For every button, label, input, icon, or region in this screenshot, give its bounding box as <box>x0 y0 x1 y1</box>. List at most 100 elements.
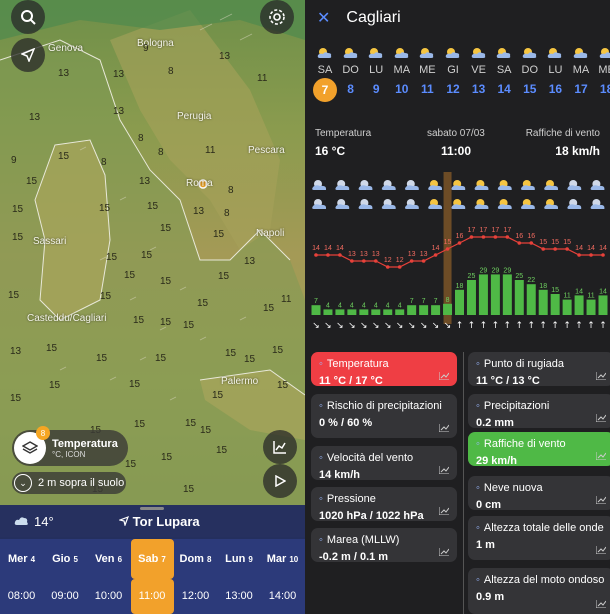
drag-handle[interactable] <box>140 507 164 510</box>
settings-button[interactable] <box>260 0 294 34</box>
temperature-point <box>541 247 546 251</box>
day-name: Mar <box>266 553 287 565</box>
detail-card[interactable]: ◦ Marea (MLLW) -0.2 m / 0.1 m <box>311 528 457 563</box>
map-value: 11 <box>281 294 292 305</box>
close-icon[interactable]: ✕ <box>317 8 330 28</box>
temperature-point <box>433 253 438 257</box>
temperature-label: 14 <box>587 245 595 252</box>
map-value: 13 <box>10 346 22 357</box>
map-value: 15 <box>185 418 197 429</box>
temperature-label: 14 <box>324 245 332 252</box>
day-tab[interactable]: Sab 7 <box>130 539 174 579</box>
hour-tab[interactable]: 11:00 <box>130 579 174 614</box>
day-tab[interactable]: Dom 8 <box>174 539 217 579</box>
detail-card[interactable]: ◦ Altezza del moto ondoso 0.9 m <box>468 568 610 614</box>
day-strip-item[interactable]: VE 13 <box>466 46 492 96</box>
wind-direction-icon: ↘ <box>384 321 392 331</box>
day-tab[interactable]: Mar 10 <box>261 539 304 579</box>
day-strip-item[interactable]: SA 14 <box>491 46 517 96</box>
day-tab[interactable]: Mer 4 <box>0 539 43 579</box>
weather-icon <box>445 48 460 58</box>
temperature-label: 13 <box>372 251 380 258</box>
time-slider[interactable]: 14° Tor Lupara Mer 4 Gio 5 Ven 6 Sab 7 Dom 8… <box>0 505 305 614</box>
hour-tab[interactable]: 14:00 <box>261 579 304 614</box>
search-button[interactable] <box>11 0 45 34</box>
hour-tab[interactable]: 13:00 <box>218 579 261 614</box>
day-strip-item[interactable]: MA 17 <box>568 46 594 96</box>
thermometer-icon: ◦ <box>319 358 323 370</box>
chart-icon <box>596 600 606 608</box>
map-value: 15 <box>272 345 284 356</box>
chart-icon <box>596 496 606 504</box>
temperature-label: 15 <box>444 239 452 246</box>
day-tab[interactable]: Ven 6 <box>87 539 130 579</box>
detail-card[interactable]: ◦ Neve nuova 0 cm <box>468 476 610 511</box>
map-value: 15 <box>49 380 61 391</box>
card-value: 1 m <box>476 539 495 551</box>
height-selector[interactable]: ⌄ 2 m sopra il suolo <box>12 472 126 494</box>
day-strip-item[interactable]: SA 7 <box>312 46 338 102</box>
hour-tab[interactable]: 08:00 <box>0 579 43 614</box>
wind-bar <box>455 289 464 315</box>
temperature-point <box>385 265 390 269</box>
weather-icon <box>405 199 419 209</box>
map-value: 15 <box>212 390 224 401</box>
wind-bar <box>502 274 512 315</box>
locate-button[interactable] <box>11 38 45 72</box>
hour-tab[interactable]: 09:00 <box>44 579 87 614</box>
weather-icon <box>599 48 610 58</box>
play-icon <box>275 475 286 487</box>
weather-icon <box>451 199 466 209</box>
card-title: Raffiche di vento <box>483 438 566 450</box>
day-strip-item[interactable]: MA 10 <box>389 46 415 96</box>
dewpoint-icon: ◦ <box>476 358 480 370</box>
detail-card[interactable]: ◦ Punto di rugiada 11 °C / 13 °C <box>468 352 610 387</box>
weather-icon <box>358 199 373 209</box>
layer-title: Temperatura <box>52 437 118 450</box>
day-strip-number: 14 <box>497 82 511 96</box>
day-strip: SA 7 DO 8 LU 9 MA 10 ME 11 GI 12 VE 13 SA 14 DO 15 LU 16 MA 1… <box>305 46 610 116</box>
detail-card[interactable]: ◦ Temperatura 11 °C / 17 °C <box>311 352 457 387</box>
chart-icon <box>439 548 449 556</box>
wind-direction-icon: ↘ <box>444 321 452 331</box>
day-strip-item[interactable]: LU 9 <box>363 46 389 96</box>
hour-tab[interactable]: 10:00 <box>87 579 130 614</box>
layer-selector[interactable]: 8 Temperatura °C, ICON <box>12 426 128 466</box>
chart-button[interactable] <box>263 430 297 464</box>
wave-icon: ◦ <box>476 522 480 534</box>
hour-tab[interactable]: 12:00 <box>174 579 217 614</box>
map-value: 15 <box>160 276 172 287</box>
temperature-label: 14 <box>575 245 583 252</box>
weather-icon <box>368 48 383 58</box>
rain-icon: ◦ <box>476 400 480 412</box>
chart-icon <box>439 372 449 380</box>
pressure-icon: ◦ <box>319 493 323 505</box>
weather-map[interactable]: Genova Bologna Perugia Pescara Roma Napo… <box>0 0 305 510</box>
chart-icon <box>596 414 606 422</box>
map-value: 13 <box>244 256 256 267</box>
map-value: 13 <box>139 176 151 187</box>
day-strip-item[interactable]: DO 8 <box>338 46 364 96</box>
day-strip-item[interactable]: LU 16 <box>542 46 568 96</box>
current-location[interactable]: Tor Lupara <box>133 514 200 529</box>
day-strip-item[interactable]: DO 15 <box>517 46 543 96</box>
detail-card[interactable]: ◦ Rischio di precipitazioni 0 % / 60 % <box>311 394 457 438</box>
detail-card[interactable]: ◦ Precipitazioni 0.2 mm <box>468 394 610 429</box>
hourly-forecast-chart[interactable]: 14 14 1413 13 1312 1213 1314151617 17 17 1716 1615… <box>305 172 610 342</box>
detail-card[interactable]: ◦ Altezza totale delle onde 1 m <box>468 516 610 560</box>
day-tab[interactable]: Lun 9 <box>218 539 261 579</box>
chart-icon <box>439 507 449 515</box>
temperature-point <box>373 259 378 263</box>
weather-icon <box>548 48 562 58</box>
detail-card[interactable]: ◦ Pressione 1020 hPa / 1022 hPa <box>311 487 457 522</box>
play-button[interactable] <box>263 464 297 498</box>
day-tab[interactable]: Gio 5 <box>44 539 87 579</box>
day-strip-item[interactable]: ME 18 <box>594 46 610 96</box>
day-strip-item[interactable]: GI 12 <box>440 46 466 96</box>
detail-card[interactable]: ◦ Velocità del vento 14 km/h <box>311 446 457 481</box>
day-strip-item[interactable]: ME 11 <box>414 46 440 96</box>
card-value: 29 km/h <box>476 455 517 467</box>
detail-card[interactable]: ◦ Raffiche di vento 29 km/h <box>468 432 610 467</box>
weather-icon <box>420 48 434 58</box>
weather-icon <box>471 48 485 58</box>
